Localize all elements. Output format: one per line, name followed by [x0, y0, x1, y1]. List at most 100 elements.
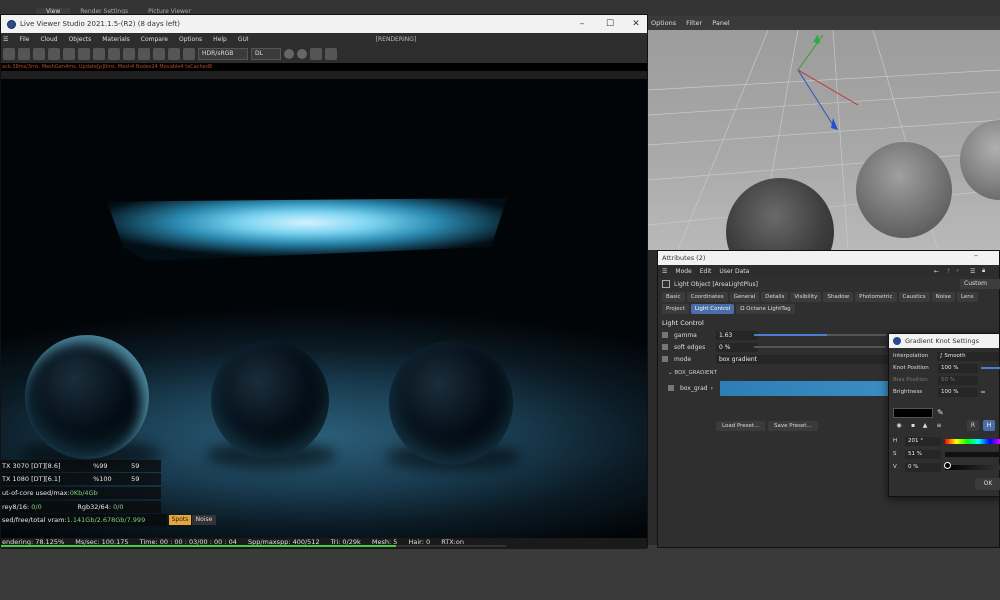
settings-icon[interactable]: [183, 48, 195, 60]
color-square-icon[interactable]: ▪: [907, 420, 919, 431]
save-preset-button[interactable]: Save Preset...: [768, 421, 818, 431]
eyedropper-icon[interactable]: ✎: [937, 408, 944, 417]
save-image-icon[interactable]: [325, 48, 337, 60]
saturation-slider[interactable]: [945, 452, 1000, 457]
tab-shadow[interactable]: Shadow: [823, 292, 854, 302]
brightness-field[interactable]: 100 %: [938, 387, 978, 397]
tab-noise[interactable]: Noise: [931, 292, 955, 302]
minimize-icon[interactable]: –: [569, 15, 595, 33]
hamburger-icon[interactable]: ☰: [3, 36, 8, 43]
tab-visibility[interactable]: Visibility: [790, 292, 822, 302]
hue-slider[interactable]: [945, 439, 1000, 444]
kernel-mode-select[interactable]: DL: [251, 48, 281, 60]
knot-color-swatch[interactable]: [893, 408, 933, 418]
menu-mode[interactable]: Mode: [675, 268, 691, 275]
image-picker-icon[interactable]: ▲: [919, 420, 931, 431]
channel-circle-icon[interactable]: [284, 49, 294, 59]
mode-select[interactable]: box gradient: [716, 354, 896, 364]
search-icon[interactable]: ⌕: [956, 267, 959, 275]
tab-lens[interactable]: Lens: [956, 292, 978, 302]
saturation-field[interactable]: 51 %: [905, 449, 941, 459]
menu-gui[interactable]: GUI: [238, 36, 249, 43]
knot-position-field[interactable]: 100 %: [938, 363, 978, 373]
region-render-icon[interactable]: [93, 48, 105, 60]
menu-materials[interactable]: Materials: [102, 36, 130, 43]
viewport-menu-panel[interactable]: Panel: [712, 19, 730, 27]
minimize-icon[interactable]: –: [974, 251, 978, 260]
camera-icon[interactable]: [310, 48, 322, 60]
menu-cloud[interactable]: Cloud: [40, 36, 57, 43]
spots-button[interactable]: Spots: [169, 515, 191, 525]
live-viewer-titlebar[interactable]: Live Viewer Studio 2021.1.5-(R2) (8 days…: [1, 15, 647, 33]
knot-settings-titlebar[interactable]: Gradient Knot Settings: [889, 334, 999, 348]
tab-photometric[interactable]: Photometric: [855, 292, 897, 302]
animation-keyframe-icon[interactable]: [668, 385, 674, 391]
menu-edit[interactable]: Edit: [700, 268, 712, 275]
tab-general[interactable]: General: [729, 292, 760, 302]
knot-position-slider[interactable]: [981, 367, 1000, 369]
viewport-menu-options[interactable]: Options: [651, 19, 676, 27]
send-scene-icon[interactable]: [63, 48, 75, 60]
pick-object-icon[interactable]: [138, 48, 150, 60]
viewport-menu-filter[interactable]: Filter: [686, 19, 702, 27]
menu-options[interactable]: Options: [179, 36, 202, 43]
tab-octane-lighttag[interactable]: Ω Octane LightTag: [736, 304, 795, 314]
animation-keyframe-icon[interactable]: [662, 356, 668, 362]
filter-icon[interactable]: ☰: [970, 268, 975, 275]
brightness-slider[interactable]: [981, 391, 985, 393]
render-pause-icon[interactable]: [33, 48, 45, 60]
pick-material-icon[interactable]: [123, 48, 135, 60]
pin-icon[interactable]: [168, 48, 180, 60]
hamburger-icon[interactable]: ☰: [662, 268, 667, 275]
value-slider[interactable]: [945, 465, 1000, 470]
clay-mode-icon[interactable]: [153, 48, 165, 60]
maximize-icon[interactable]: ☐: [597, 15, 623, 33]
render-view[interactable]: TX 3070 [DT][8.6] %99 59 TX 1080 [DT][6.…: [1, 79, 647, 538]
lock-icon[interactable]: 🔒︎: [982, 267, 985, 275]
expand-chevron-icon[interactable]: ›: [711, 385, 713, 392]
tab-project[interactable]: Project: [662, 304, 689, 314]
back-arrow-icon[interactable]: ←: [934, 268, 939, 275]
tab-caustics[interactable]: Caustics: [898, 292, 930, 302]
pick-focus-icon[interactable]: [108, 48, 120, 60]
noise-button[interactable]: Noise: [192, 515, 216, 525]
channel-circle-icon[interactable]: [297, 49, 307, 59]
menu-help[interactable]: Help: [213, 36, 227, 43]
soft-edges-slider[interactable]: [754, 346, 886, 348]
tab-coordinates[interactable]: Coordinates: [686, 292, 728, 302]
ok-button[interactable]: OK: [975, 478, 1000, 490]
render-restart-icon[interactable]: [18, 48, 30, 60]
menu-file[interactable]: File: [19, 36, 29, 43]
soft-edges-field[interactable]: 0 %: [716, 342, 758, 352]
menu-user-data[interactable]: User Data: [719, 268, 749, 275]
rgb-mode-button[interactable]: R: [967, 420, 979, 431]
render-stop-icon[interactable]: [48, 48, 60, 60]
tab-light-control[interactable]: Light Control: [690, 304, 735, 314]
render-start-icon[interactable]: [3, 48, 15, 60]
hsv-mode-button[interactable]: H: [983, 420, 995, 431]
viewport-sphere[interactable]: [856, 142, 952, 238]
close-icon[interactable]: ✕: [623, 15, 649, 33]
spectrum-icon[interactable]: ≡: [933, 420, 945, 431]
value-slider-handle[interactable]: [944, 462, 951, 469]
attributes-titlebar[interactable]: Attributes (2) –: [658, 251, 999, 265]
tab-details[interactable]: Details: [761, 292, 789, 302]
gamma-field[interactable]: 1.63: [716, 330, 758, 340]
value-field[interactable]: 0 %: [905, 462, 941, 472]
color-space-select[interactable]: HDR/sRGB: [198, 48, 248, 60]
gamma-slider[interactable]: [754, 334, 886, 336]
lock-icon[interactable]: [78, 48, 90, 60]
interpolation-select[interactable]: ∫ Smooth: [936, 351, 999, 361]
editor-viewport[interactable]: [648, 30, 1000, 250]
gradient-bar[interactable]: [720, 381, 900, 396]
menu-compare[interactable]: Compare: [141, 36, 168, 43]
load-preset-button[interactable]: Load Preset...: [716, 421, 766, 431]
color-wheel-icon[interactable]: ◉: [893, 420, 905, 431]
hue-field[interactable]: 201 °: [905, 436, 941, 446]
animation-keyframe-icon[interactable]: [662, 344, 668, 350]
tab-basic[interactable]: Basic: [662, 292, 685, 302]
preset-select[interactable]: Custom: [960, 279, 1000, 289]
menu-objects[interactable]: Objects: [69, 36, 92, 43]
up-arrow-icon[interactable]: ↑: [946, 268, 951, 275]
animation-keyframe-icon[interactable]: [662, 332, 668, 338]
